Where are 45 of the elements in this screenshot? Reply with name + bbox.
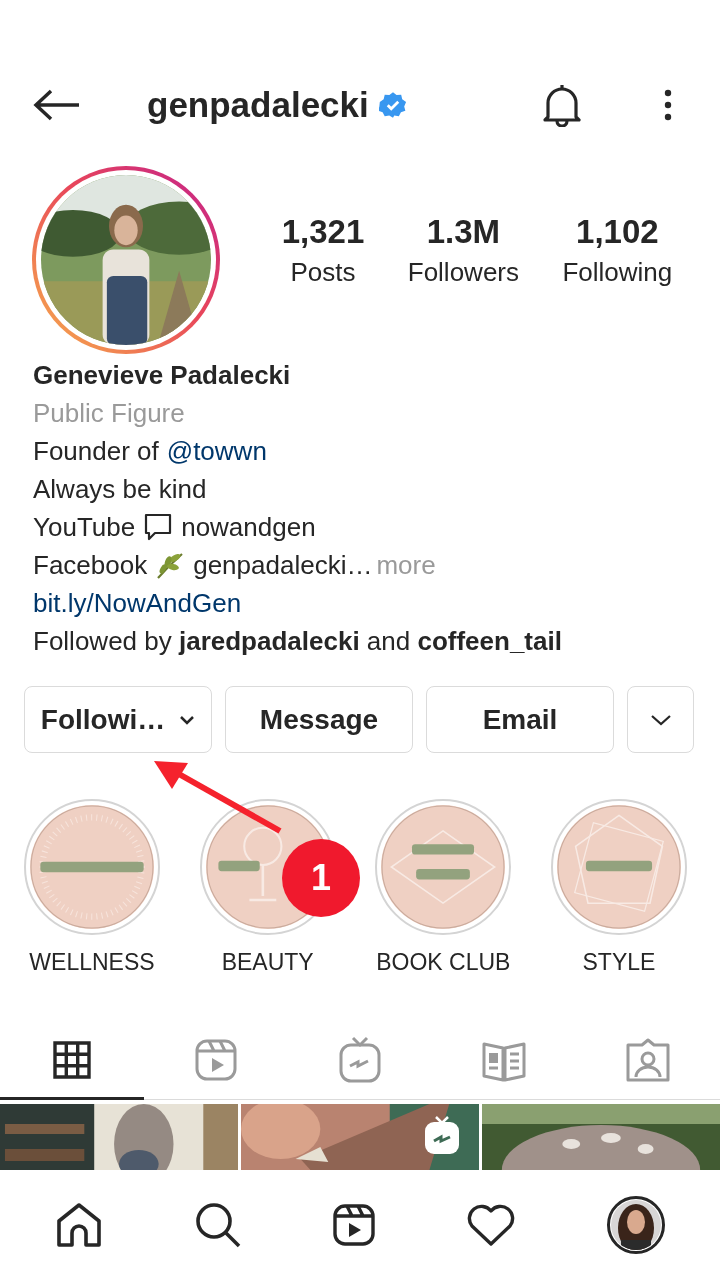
bio-text: Always be kind [33, 473, 207, 506]
profile-action-button[interactable]: Message [225, 686, 413, 753]
username: genpadalecki [147, 85, 369, 125]
stat-count[interactable]: 1.3M [426, 212, 501, 251]
bio-text: genpadalecki… [193, 549, 373, 582]
mention-link[interactable]: @towwn [166, 432, 267, 470]
speech-bubble-icon [143, 512, 174, 542]
bio-text: nowandgen [181, 511, 316, 544]
caret-icon [179, 714, 196, 725]
bio-text: YouTube [33, 511, 136, 544]
followed-by-text: Followed by jaredpadalecki and coffeen_tail [33, 625, 562, 658]
heart-icon[interactable] [466, 1202, 517, 1247]
profile-action-button[interactable]: Email [426, 686, 614, 753]
website-link[interactable]: bit.ly/NowAndGen [33, 584, 242, 622]
annotation-tooltip: 1 [282, 839, 360, 917]
home-icon[interactable] [55, 1200, 104, 1249]
stat-label[interactable]: Followers [407, 256, 519, 288]
grid-icon [52, 1039, 92, 1080]
highlight-label[interactable]: BEAUTY [221, 949, 314, 976]
bio-text: Facebook [33, 549, 148, 582]
tv-icon [338, 1035, 382, 1084]
full-name: Genevieve Padalecki [33, 359, 291, 392]
stat-count[interactable]: 1,102 [576, 212, 659, 251]
category-label: Public Figure [33, 397, 185, 430]
highlight-label[interactable]: BOOK CLUB [376, 949, 511, 976]
reels-icon[interactable] [331, 1202, 376, 1247]
bio-text: Founder of [33, 435, 159, 468]
highlight-ring[interactable] [550, 799, 687, 935]
caret-icon [649, 713, 672, 726]
stat-label[interactable]: Following [562, 256, 673, 288]
highlight-label[interactable]: STYLE [582, 949, 656, 976]
back-arrow-icon[interactable] [33, 89, 81, 121]
following-button[interactable]: Followi… [24, 686, 212, 753]
tv-icon [425, 1115, 459, 1154]
search-icon[interactable] [193, 1200, 242, 1249]
notification-bell-icon[interactable] [542, 83, 582, 127]
more-options-icon[interactable] [664, 89, 672, 121]
stat-label[interactable]: Posts [290, 256, 356, 288]
highlight-ring[interactable] [24, 799, 160, 935]
tagged-person-icon [625, 1036, 671, 1083]
highlight-label[interactable]: WELLNESS [29, 949, 155, 976]
profile-avatar[interactable] [606, 1195, 665, 1254]
reels-icon [194, 1037, 238, 1082]
highlight-ring[interactable] [375, 799, 512, 935]
stat-count[interactable]: 1,321 [281, 212, 365, 251]
